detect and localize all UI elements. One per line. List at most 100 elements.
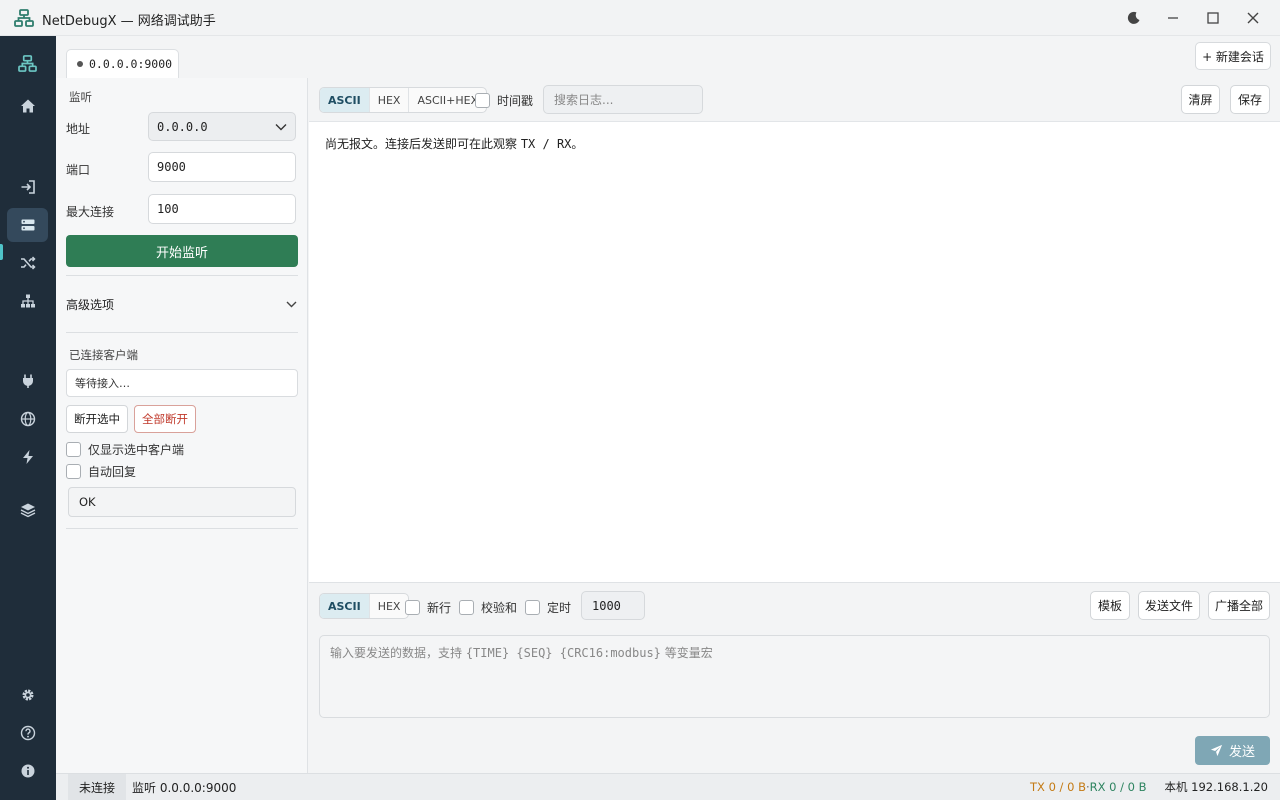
send-toolbar: ASCII HEX 新行 校验和 定时 1000 模板 发送文件 广播全部 xyxy=(309,584,1280,630)
session-status-dot xyxy=(77,61,83,67)
port-label: 端口 xyxy=(66,163,91,177)
paper-plane-icon xyxy=(1210,744,1223,757)
new-session-button[interactable]: + 新建会话 xyxy=(1195,42,1271,70)
close-icon xyxy=(1247,12,1259,24)
session-tab-strip: 0.0.0.0:9000 + 新建会话 xyxy=(56,36,1280,78)
checksum-label: 校验和 xyxy=(481,601,518,615)
minimize-button[interactable] xyxy=(1154,6,1192,30)
send-placeholder-text: 输入要发送的数据，支持 xyxy=(330,646,466,660)
advanced-options-label: 高级选项 xyxy=(66,297,115,312)
traffic-status: TX 0 / 0 B · RX 0 / 0 B 本机 192.168.1.20 xyxy=(1030,774,1268,800)
nav-client[interactable] xyxy=(7,170,48,204)
network-icon xyxy=(18,54,37,72)
timestamp-checkbox[interactable] xyxy=(475,93,490,108)
nav-layers[interactable] xyxy=(7,493,48,527)
divider xyxy=(66,275,298,276)
max-connections-label: 最大连接 xyxy=(66,205,115,219)
plug-icon xyxy=(22,374,33,388)
nav-relay[interactable] xyxy=(7,246,48,280)
network-logo-icon xyxy=(14,9,34,27)
checksum-option[interactable]: 校验和 xyxy=(459,599,517,616)
advanced-options-toggle[interactable]: 高级选项 xyxy=(66,292,298,316)
client-list[interactable]: 等待接入… xyxy=(66,369,298,397)
port-input[interactable]: 9000 xyxy=(148,152,296,182)
moon-icon xyxy=(1127,11,1140,24)
nav-server[interactable] xyxy=(7,208,48,242)
local-ip: 本机 192.168.1.20 xyxy=(1164,780,1268,794)
template-button[interactable]: 模板 xyxy=(1090,591,1130,620)
address-label: 地址 xyxy=(66,122,91,136)
chevron-down-icon xyxy=(275,123,287,130)
nav-about[interactable] xyxy=(7,754,48,788)
divider xyxy=(66,528,298,529)
nav-help[interactable] xyxy=(7,716,48,750)
send-mode-hex[interactable]: HEX xyxy=(370,594,409,618)
send-button[interactable]: 发送 xyxy=(1195,736,1270,765)
config-panel: 监听 地址 0.0.0.0 端口 9000 最大连接 100 开始监听 高级选项… xyxy=(56,78,308,773)
save-log-button[interactable]: 保存 xyxy=(1230,85,1270,114)
send-mode-ascii[interactable]: ASCII xyxy=(320,594,370,618)
maximize-button[interactable] xyxy=(1194,6,1232,30)
timer-label: 定时 xyxy=(547,601,572,615)
timer-interval-input[interactable]: 1000 xyxy=(581,591,645,620)
nav-home[interactable] xyxy=(7,89,48,123)
tx-counter: TX 0 / 0 B xyxy=(1030,780,1086,794)
log-empty-text: 尚无报文。连接后发送即可在此观察 xyxy=(325,137,521,151)
send-file-button[interactable]: 发送文件 xyxy=(1138,591,1200,620)
broadcast-all-button[interactable]: 广播全部 xyxy=(1208,591,1270,620)
log-output-area[interactable]: 尚无报文。连接后发送即可在此观察 TX / RX。 xyxy=(309,122,1280,583)
log-empty-code: TX / RX xyxy=(520,137,572,151)
address-select[interactable]: 0.0.0.0 xyxy=(148,112,296,141)
log-empty-suffix: 。 xyxy=(571,137,584,151)
checksum-checkbox[interactable] xyxy=(459,600,474,615)
auto-reply-checkbox[interactable] xyxy=(66,464,81,479)
maximize-icon xyxy=(1207,12,1219,24)
send-encoding-mode: ASCII HEX xyxy=(319,593,410,619)
nav-active-indicator xyxy=(0,244,3,260)
nav-web[interactable] xyxy=(7,402,48,436)
disconnect-all-button[interactable]: 全部断开 xyxy=(134,405,196,433)
newline-option[interactable]: 新行 xyxy=(405,599,451,616)
log-mode-ascii[interactable]: ASCII xyxy=(320,88,370,112)
log-search-input[interactable]: 搜索日志... xyxy=(543,85,703,114)
timer-checkbox[interactable] xyxy=(525,600,540,615)
nav-quick[interactable] xyxy=(7,440,48,474)
divider xyxy=(66,332,298,333)
nav-topology[interactable] xyxy=(7,284,48,318)
auto-reply-input[interactable]: OK xyxy=(68,487,296,517)
nav-serial[interactable] xyxy=(7,364,48,398)
globe-icon xyxy=(20,411,35,427)
bolt-icon xyxy=(22,450,33,464)
log-mode-hex[interactable]: HEX xyxy=(370,88,410,112)
navigation-rail xyxy=(0,36,56,800)
listen-status: 监听 0.0.0.0:9000 xyxy=(132,780,237,795)
rx-counter: RX 0 / 0 B xyxy=(1089,780,1147,794)
close-button[interactable] xyxy=(1234,6,1272,30)
timestamp-option[interactable]: 时间戳 xyxy=(475,92,533,109)
nav-settings[interactable] xyxy=(7,678,48,712)
auto-reply-option[interactable]: 自动回复 xyxy=(66,463,136,480)
newline-checkbox[interactable] xyxy=(405,600,420,615)
connection-status: 未连接 xyxy=(68,774,127,800)
sitemap-icon xyxy=(20,294,35,308)
clients-section-title: 已连接客户端 xyxy=(69,348,138,362)
only-selected-clients-option[interactable]: 仅显示选中客户端 xyxy=(66,441,184,458)
server-icon xyxy=(21,219,34,231)
theme-toggle-button[interactable] xyxy=(1115,6,1153,30)
max-connections-input[interactable]: 100 xyxy=(148,194,296,224)
start-listen-button[interactable]: 开始监听 xyxy=(66,235,298,267)
timer-option[interactable]: 定时 xyxy=(525,599,571,616)
log-toolbar: ASCII HEX ASCII+HEX 时间戳 搜索日志... 清屏 保存 xyxy=(309,78,1280,122)
only-selected-checkbox[interactable] xyxy=(66,442,81,457)
timestamp-label: 时间戳 xyxy=(497,94,534,108)
nav-network[interactable] xyxy=(7,46,48,80)
tab-session[interactable]: 0.0.0.0:9000 xyxy=(66,49,179,78)
send-button-label: 发送 xyxy=(1228,745,1255,760)
clear-log-button[interactable]: 清屏 xyxy=(1181,85,1220,114)
address-value: 0.0.0.0 xyxy=(157,119,208,134)
send-placeholder-macros: {TIME} {SEQ} {CRC16:modbus} xyxy=(465,646,661,660)
app-title: NetDebugX — 网络调试助手 xyxy=(42,14,216,29)
disconnect-selected-button[interactable]: 断开选中 xyxy=(66,405,128,433)
send-data-input[interactable]: 输入要发送的数据，支持 {TIME} {SEQ} {CRC16:modbus} … xyxy=(319,635,1270,718)
minimize-icon xyxy=(1168,17,1178,19)
